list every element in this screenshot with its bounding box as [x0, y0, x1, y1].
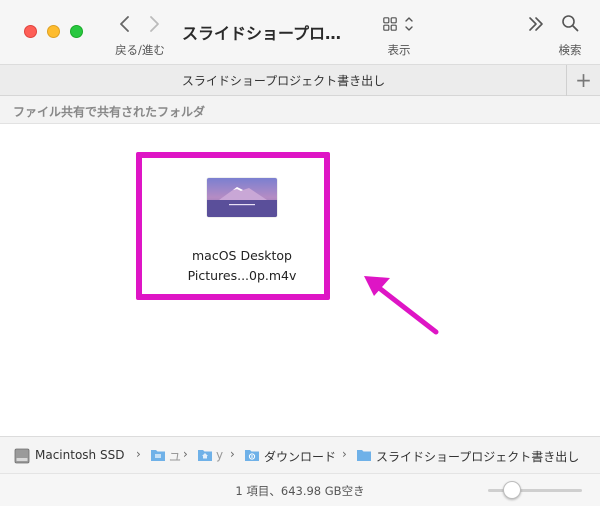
- shared-folder-header: ファイル共有で共有されたフォルダ: [0, 96, 600, 124]
- window-title: スライドショープロ…: [182, 24, 342, 43]
- toolbar: 戻る/進む スライドショープロ… 表示 検索: [0, 0, 600, 64]
- new-tab-button[interactable]: +: [566, 65, 600, 96]
- tab-export-folder[interactable]: スライドショープロジェクト書き出し: [0, 72, 567, 89]
- status-bar: 1 項目、643.98 GB空き: [0, 474, 600, 506]
- path-separator: ›: [183, 447, 188, 461]
- file-browser-content[interactable]: macOS Desktop Pictures...0p.m4v: [0, 124, 600, 436]
- view-label: 表示: [387, 43, 411, 57]
- back-forward-label: 戻る/進む: [115, 43, 165, 57]
- more-toolbar-items-icon[interactable]: [527, 16, 545, 32]
- annotation-arrow-icon: [364, 276, 439, 335]
- zoom-window-button[interactable]: [70, 25, 83, 38]
- home-folder-icon: [198, 450, 212, 461]
- search-label: 検索: [558, 43, 582, 57]
- path-item-export-folder[interactable]: スライドショープロジェクト書き出し: [376, 448, 579, 465]
- hard-drive-icon: [14, 448, 30, 464]
- path-item-user[interactable]: y: [216, 448, 223, 462]
- close-window-button[interactable]: [24, 25, 37, 38]
- highlight-annotation-box: [136, 152, 330, 300]
- icon-view-grid-icon[interactable]: [383, 17, 397, 31]
- folder-icon: [357, 450, 371, 461]
- folder-icon: [151, 450, 165, 461]
- view-options-chevron-icon[interactable]: [404, 15, 414, 33]
- search-icon[interactable]: [561, 14, 579, 32]
- path-item-macintosh-ssd[interactable]: Macintosh SSD: [35, 448, 124, 462]
- finder-window: 戻る/進む スライドショープロ… 表示 検索 スライドショープロジェクト書き出し…: [0, 0, 600, 506]
- path-item-downloads[interactable]: ダウンロード: [264, 448, 336, 465]
- path-separator: ›: [136, 447, 141, 461]
- path-separator: ›: [230, 447, 235, 461]
- icon-size-slider-knob[interactable]: [503, 481, 521, 499]
- downloads-folder-icon: [245, 450, 259, 461]
- forward-chevron-icon[interactable]: [147, 14, 161, 34]
- path-bar: Macintosh SSD › ユ › y › ダウンロード › スライドショー…: [0, 436, 600, 474]
- back-chevron-icon[interactable]: [118, 14, 132, 34]
- minimize-window-button[interactable]: [47, 25, 60, 38]
- shared-folder-label: ファイル共有で共有されたフォルダ: [13, 105, 206, 119]
- path-item-users[interactable]: ユ: [169, 448, 181, 465]
- path-separator: ›: [342, 447, 347, 461]
- tab-bar: スライドショープロジェクト書き出し +: [0, 64, 600, 96]
